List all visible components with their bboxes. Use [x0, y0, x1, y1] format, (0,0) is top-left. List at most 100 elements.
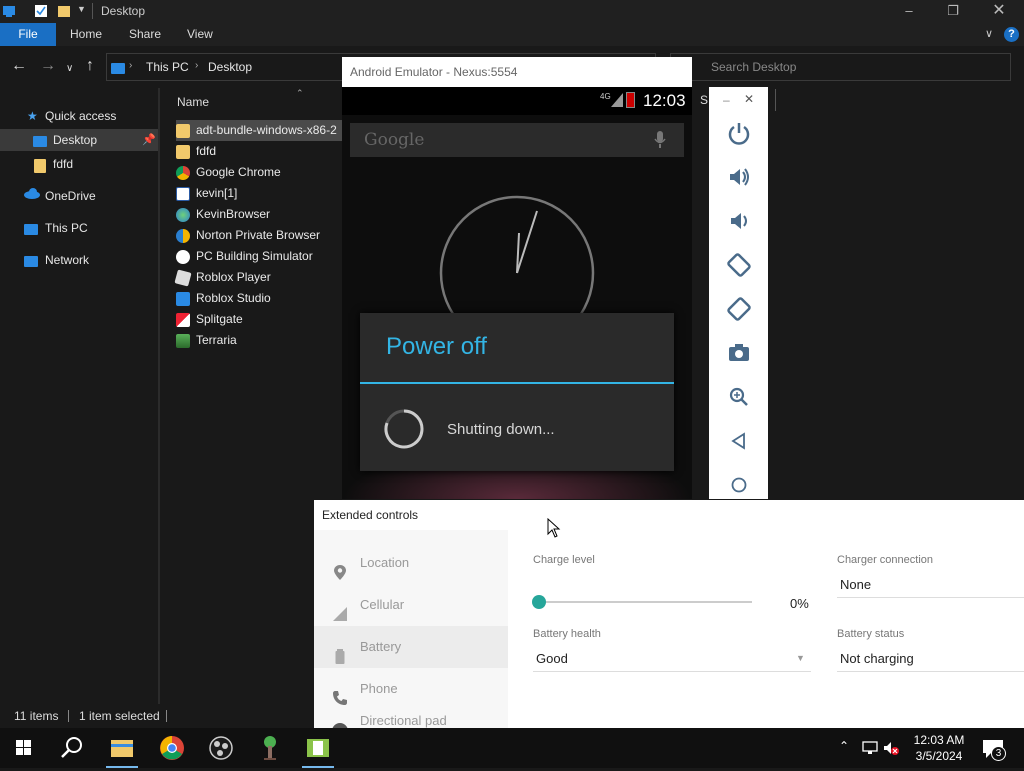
volume-up-icon[interactable]: [724, 162, 754, 192]
google-search-bar[interactable]: Google: [350, 123, 684, 157]
dialog-divider: [360, 382, 674, 384]
android-studio-taskbar-icon[interactable]: [294, 728, 342, 768]
clock-date: 3/5/2024: [915, 749, 963, 763]
minimize-icon[interactable]: –: [723, 93, 730, 107]
zoom-icon[interactable]: [724, 382, 754, 412]
power-icon[interactable]: [724, 118, 754, 148]
rotate-right-icon[interactable]: [724, 294, 754, 324]
show-hidden-icons-icon[interactable]: ⌃: [839, 739, 849, 753]
desktop-icon: [33, 130, 47, 152]
file-item[interactable]: fdfd: [176, 141, 216, 162]
cellular-signal-icon: [332, 597, 348, 621]
volume-muted-icon[interactable]: [882, 740, 900, 759]
battery-health-select[interactable]: Good ▼: [533, 646, 811, 672]
breadcrumb-desktop[interactable]: Desktop: [208, 60, 252, 74]
location-pin-icon: [332, 555, 348, 580]
folder-icon: [34, 154, 46, 176]
new-folder-icon[interactable]: [57, 4, 71, 18]
nav-quick-access[interactable]: ★ Quick access: [0, 105, 158, 127]
game-shortcut-icon: [176, 249, 190, 264]
nav-desktop[interactable]: Desktop 📌: [0, 129, 158, 151]
tab-view[interactable]: View: [173, 23, 227, 46]
customize-quick-access-icon[interactable]: ▼: [77, 4, 86, 14]
battery-health-label: Battery health: [533, 628, 601, 640]
file-item[interactable]: kevin[1]: [176, 183, 237, 204]
terraria-taskbar-icon[interactable]: [246, 728, 294, 768]
back-icon[interactable]: [724, 426, 754, 456]
chrome-taskbar-icon[interactable]: [148, 728, 196, 768]
nav-fdfd[interactable]: fdfd: [0, 153, 158, 175]
obs-taskbar-icon[interactable]: [197, 728, 245, 768]
column-header-name[interactable]: Name: [177, 95, 209, 109]
nav-label: Battery: [360, 639, 402, 654]
file-item[interactable]: Google Chrome: [176, 162, 281, 183]
emulator-screen[interactable]: 4G 12:03 Google Power off Shutting down.…: [342, 87, 692, 499]
power-off-dialog: Power off Shutting down...: [360, 313, 674, 471]
start-button[interactable]: [0, 728, 48, 768]
charge-slider-track[interactable]: [539, 601, 752, 603]
system-clock[interactable]: 12:03 AM 3/5/2024: [904, 732, 974, 764]
nav-location[interactable]: Location: [314, 542, 508, 584]
file-explorer-taskbar-icon[interactable]: [98, 728, 146, 768]
network-icon: [24, 250, 38, 272]
properties-icon[interactable]: [34, 4, 48, 18]
nav-directional-pad[interactable]: Directional pad: [314, 710, 508, 728]
nav-onedrive[interactable]: OneDrive: [0, 185, 158, 207]
rotate-left-icon[interactable]: [724, 250, 754, 280]
nav-label: OneDrive: [45, 189, 96, 203]
file-item[interactable]: Splitgate: [176, 309, 243, 330]
tab-file[interactable]: File: [0, 23, 56, 46]
search-input[interactable]: Search Desktop: [711, 60, 796, 74]
nav-label: Directional pad: [360, 713, 447, 728]
camera-icon[interactable]: [724, 338, 754, 368]
charge-slider-thumb[interactable]: [532, 595, 546, 609]
nav-phone[interactable]: Phone: [314, 668, 508, 710]
breadcrumb-chevron-icon[interactable]: ›: [129, 60, 132, 71]
file-item[interactable]: Roblox Player: [174, 267, 271, 288]
tab-home[interactable]: Home: [56, 23, 116, 46]
back-arrow-icon[interactable]: ←: [11, 58, 27, 74]
nav-battery[interactable]: Battery: [314, 626, 508, 668]
file-item[interactable]: Norton Private Browser: [176, 225, 320, 246]
pin-icon[interactable]: 📌: [142, 129, 156, 151]
close-icon[interactable]: ✕: [744, 92, 754, 106]
emulator-title-bar[interactable]: Android Emulator - Nexus:5554: [342, 57, 692, 87]
home-icon[interactable]: [724, 470, 754, 500]
file-item[interactable]: Roblox Studio: [176, 288, 271, 309]
roblox-player-icon: [174, 269, 192, 287]
status-divider: [166, 710, 167, 722]
nav-network[interactable]: Network: [0, 249, 158, 271]
up-arrow-icon[interactable]: ↑: [86, 58, 94, 74]
recent-locations-icon[interactable]: ∨: [66, 61, 73, 77]
extended-controls-title: Extended controls: [322, 508, 419, 522]
navigation-pane: ★ Quick access Desktop 📌 fdfd OneDrive T…: [0, 88, 158, 704]
dialog-title: Power off: [386, 333, 487, 360]
maximize-icon[interactable]: ❐: [930, 0, 976, 23]
charger-connection-select[interactable]: None: [837, 572, 1024, 598]
search-icon[interactable]: [48, 728, 96, 768]
extended-controls-nav: Location Cellular Battery Phone Directio…: [314, 530, 508, 728]
charger-connection-value: None: [840, 577, 872, 592]
close-icon[interactable]: ✕: [976, 0, 1022, 23]
window-title: Desktop: [101, 4, 146, 18]
nav-label: Desktop: [53, 133, 98, 147]
file-item[interactable]: adt-bundle-windows-x86-2: [176, 120, 342, 141]
forward-arrow-icon[interactable]: →: [40, 58, 56, 74]
search-box[interactable]: Search Desktop: [670, 53, 1011, 81]
mouse-cursor-icon: [547, 517, 561, 541]
battery-status-select[interactable]: Not charging: [837, 646, 1024, 672]
nav-cellular[interactable]: Cellular: [314, 584, 508, 626]
tab-share[interactable]: Share: [115, 23, 175, 46]
breadcrumb-this-pc[interactable]: This PC: [146, 60, 189, 74]
file-item[interactable]: Terraria: [176, 330, 237, 351]
volume-down-icon[interactable]: [724, 206, 754, 236]
file-item[interactable]: PC Building Simulator: [176, 246, 313, 267]
network-status-icon[interactable]: [862, 740, 880, 759]
nav-this-pc[interactable]: This PC: [0, 217, 158, 239]
microphone-icon[interactable]: [654, 131, 666, 152]
help-icon[interactable]: ?: [1004, 27, 1019, 42]
minimize-icon[interactable]: –: [886, 0, 932, 23]
file-item[interactable]: KevinBrowser: [176, 204, 270, 225]
expand-ribbon-icon[interactable]: ∨: [985, 27, 993, 40]
breadcrumb-chevron-icon[interactable]: ›: [195, 60, 198, 71]
